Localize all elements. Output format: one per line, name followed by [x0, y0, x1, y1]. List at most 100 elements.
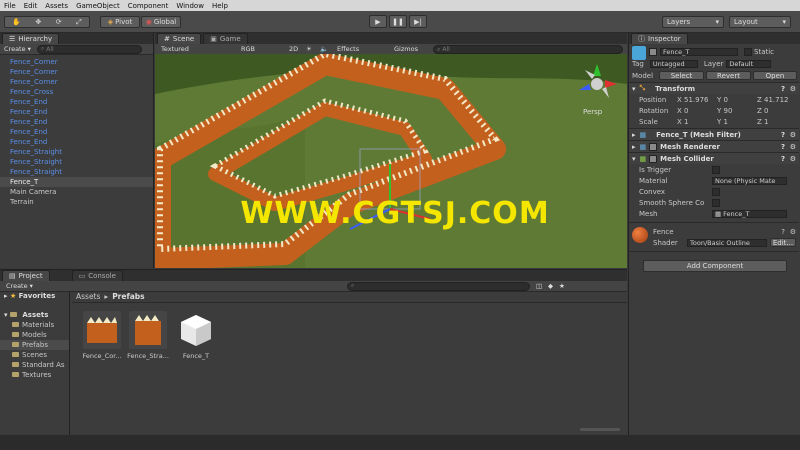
tab-hierarchy[interactable]: ☰ Hierarchy	[2, 33, 60, 44]
convex-checkbox[interactable]	[712, 187, 720, 196]
folder-item[interactable]: Materials	[0, 320, 69, 330]
gear-icon[interactable]: ⚙	[790, 85, 796, 93]
active-checkbox[interactable]	[649, 47, 657, 56]
tab-project[interactable]: ▤ Project	[2, 270, 50, 281]
filter-type-icon[interactable]: ◫	[536, 282, 542, 290]
mesh-renderer-header[interactable]: ▸ ▦ Mesh Renderer ? ⚙	[629, 140, 799, 152]
menu-assets[interactable]: Assets	[41, 2, 72, 10]
revert-button[interactable]: Revert	[706, 71, 751, 80]
hierarchy-item[interactable]: Fence_End	[0, 137, 153, 147]
help-icon[interactable]: ?	[781, 131, 785, 139]
layers-dropdown[interactable]: Layers ▾	[662, 16, 724, 28]
hierarchy-item[interactable]: Fence_Corner	[0, 67, 153, 77]
tab-game[interactable]: ▣ Game	[203, 33, 248, 44]
scene-search-input[interactable]: ⌕ All	[433, 45, 623, 54]
hierarchy-item[interactable]: Fence_End	[0, 117, 153, 127]
hierarchy-item[interactable]: Fence_Cross	[0, 87, 153, 97]
edit-shader-button[interactable]: Edit...	[770, 238, 796, 247]
assets-root-item[interactable]: ▾ Assets	[0, 310, 69, 320]
tab-console[interactable]: ▭ Console	[71, 270, 123, 281]
hierarchy-item[interactable]: Fence_End	[0, 127, 153, 137]
open-button[interactable]: Open	[753, 71, 797, 80]
hierarchy-item[interactable]: Fence_Straight	[0, 167, 153, 177]
thumbnail-size-slider[interactable]	[580, 428, 620, 431]
pivot-toggle[interactable]: ◈ Pivot	[100, 16, 140, 28]
step-button[interactable]: ▶|	[409, 15, 427, 28]
menu-help[interactable]: Help	[208, 2, 232, 10]
tab-scene[interactable]: # Scene	[157, 33, 202, 44]
menu-component[interactable]: Component	[124, 2, 173, 10]
gear-icon[interactable]: ⚙	[790, 143, 796, 151]
scale-z-field[interactable]: Z 1	[757, 118, 768, 126]
breadcrumb-prefabs[interactable]: Prefabs	[112, 292, 144, 301]
folder-item[interactable]: Prefabs	[0, 340, 69, 350]
position-x-field[interactable]: X 51.976	[677, 96, 717, 104]
folder-item[interactable]: Textures	[0, 370, 69, 380]
folder-item[interactable]: Scenes	[0, 350, 69, 360]
mode-2d-button[interactable]: 2D	[289, 45, 298, 53]
filter-label-icon[interactable]: ◆	[548, 282, 553, 290]
rotate-tool-icon[interactable]: ⟳	[56, 18, 62, 26]
lighting-icon[interactable]: ☀	[306, 45, 312, 53]
draw-mode-dropdown[interactable]: Textured	[161, 45, 189, 53]
shader-dropdown[interactable]: Toon/Basic Outline	[687, 238, 767, 247]
move-tool-icon[interactable]: ✥	[35, 18, 41, 26]
help-icon[interactable]: ?	[781, 155, 785, 163]
hierarchy-item[interactable]: Fence_End	[0, 107, 153, 117]
tab-inspector[interactable]: ⓘ Inspector	[631, 33, 688, 44]
smooth-sphere-checkbox[interactable]	[712, 198, 720, 207]
asset-fence-straight[interactable]: Fence_Stra...	[124, 311, 172, 360]
hierarchy-item[interactable]: Fence_Corner	[0, 57, 153, 67]
render-mode-dropdown[interactable]: RGB	[241, 45, 255, 53]
menu-file[interactable]: File	[0, 2, 20, 10]
audio-icon[interactable]: 🔈	[320, 45, 328, 53]
hierarchy-item[interactable]: Fence_Straight	[0, 157, 153, 167]
folder-item[interactable]: Models	[0, 330, 69, 340]
hierarchy-item[interactable]: Fence_Corner	[0, 77, 153, 87]
layout-dropdown[interactable]: Layout ▾	[729, 16, 791, 28]
pause-button[interactable]: ❚❚	[389, 15, 407, 28]
project-create-button[interactable]: Create	[6, 282, 28, 290]
hierarchy-item[interactable]: Main Camera	[0, 187, 153, 197]
scale-x-field[interactable]: X 1	[677, 118, 717, 126]
menu-gameobject[interactable]: GameObject	[72, 2, 124, 10]
mesh-collider-header[interactable]: ▾ ▦ Mesh Collider ? ⚙	[629, 152, 799, 164]
breadcrumb-assets[interactable]: Assets	[76, 292, 100, 301]
hierarchy-item[interactable]: Fence_End	[0, 97, 153, 107]
mesh-filter-header[interactable]: ▸ ▦ Fence_T (Mesh Filter) ? ⚙	[629, 128, 799, 140]
help-icon[interactable]: ?	[781, 143, 785, 151]
rotation-x-field[interactable]: X 0	[677, 107, 717, 115]
asset-fence-corner[interactable]: Fence_Cor...	[78, 311, 126, 360]
is-trigger-checkbox[interactable]	[712, 165, 720, 174]
menu-edit[interactable]: Edit	[20, 2, 42, 10]
gear-icon[interactable]: ⚙	[790, 131, 796, 139]
effects-dropdown[interactable]: Effects	[337, 45, 359, 53]
scene-viewport[interactable]: Persp WWW.CGTSJ.COM	[155, 54, 627, 268]
gear-icon[interactable]: ⚙	[790, 228, 796, 236]
scale-tool-icon[interactable]: ⤢	[76, 18, 82, 27]
tag-dropdown[interactable]: Untagged	[649, 59, 698, 68]
hierarchy-search-input[interactable]: ⌕ All	[36, 44, 142, 54]
menu-window[interactable]: Window	[172, 2, 208, 10]
rotation-y-field[interactable]: Y 90	[717, 107, 757, 115]
favorites-item[interactable]: ▸ ★ Favorites	[0, 291, 69, 301]
help-icon[interactable]: ?	[781, 85, 785, 93]
gizmos-dropdown[interactable]: Gizmos	[394, 45, 418, 53]
object-name-field[interactable]: Fence_T	[660, 47, 738, 56]
hierarchy-item[interactable]: Fence_Straight	[0, 147, 153, 157]
mesh-renderer-checkbox[interactable]	[649, 142, 658, 151]
favorite-star-icon[interactable]: ★	[559, 282, 565, 290]
play-button[interactable]: ▶	[369, 15, 387, 28]
hierarchy-item[interactable]: Fence_T	[0, 177, 153, 187]
select-button[interactable]: Select	[659, 71, 704, 80]
mesh-collider-checkbox[interactable]	[649, 154, 658, 163]
position-z-field[interactable]: Z 41.712	[757, 96, 789, 104]
gear-icon[interactable]: ⚙	[790, 155, 796, 163]
global-toggle[interactable]: ◉ Global	[141, 16, 181, 28]
hand-tool-icon[interactable]: ✋	[12, 18, 21, 26]
hierarchy-create-button[interactable]: Create	[4, 45, 26, 53]
hierarchy-item[interactable]: Terrain	[0, 197, 153, 207]
project-search-input[interactable]: ⌕	[346, 281, 530, 291]
transform-header[interactable]: ▾ ⤡ Transform ? ⚙	[629, 82, 799, 94]
physic-material-field[interactable]: None (Physic Mate	[712, 176, 787, 185]
